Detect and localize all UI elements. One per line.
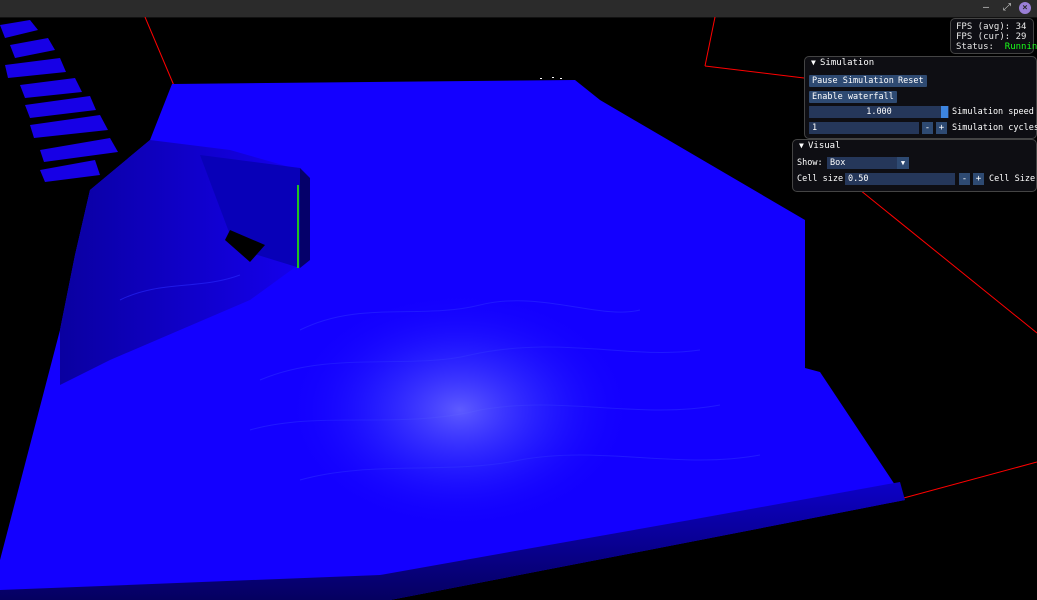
visual-panel: ▼ Visual Show: Box ▼ Cell size 0.50 - + C… <box>792 139 1037 192</box>
cell-size-label: Cell size <box>797 174 844 184</box>
simulation-panel-header[interactable]: ▼ Simulation <box>805 57 1036 69</box>
status-value: Running <box>1004 42 1037 52</box>
enable-waterfall-button[interactable]: Enable waterfall <box>809 91 897 103</box>
collapse-arrow-icon[interactable]: ▼ <box>799 140 808 152</box>
cell-size-input[interactable]: 0.50 <box>845 173 955 185</box>
maximize-button[interactable]: ⤢ <box>999 1 1015 15</box>
status-label: Status: <box>956 42 994 52</box>
simulation-cycles-label: Simulation cycles <box>952 123 1037 133</box>
close-button[interactable]: × <box>1019 2 1031 14</box>
fps-cur-label: FPS (cur): <box>956 32 1011 42</box>
simulation-speed-slider[interactable]: 1.000 <box>809 106 949 118</box>
fps-cur-value: 29 <box>1015 32 1027 42</box>
chevron-down-icon[interactable]: ▼ <box>897 157 909 169</box>
fps-avg-label: FPS (avg): <box>956 22 1011 32</box>
cell-size-increment-button[interactable]: + <box>973 173 984 185</box>
window-titlebar: – ⤢ × <box>0 0 1037 18</box>
simulation-panel: ▼ Simulation Pause Simulation Reset Enabl… <box>804 56 1037 139</box>
cell-size-decrement-button[interactable]: - <box>959 173 970 185</box>
water-glow <box>285 290 635 530</box>
reset-button[interactable]: Reset <box>895 75 927 87</box>
cell-size-value: 0.50 <box>848 174 869 184</box>
show-dropdown-value: Box <box>830 158 846 168</box>
splash-particles <box>0 20 118 182</box>
stats-overlay: FPS (avg): 34 FPS (cur): 29 Status: Runn… <box>950 18 1037 54</box>
simulation-speed-value: 1.000 <box>866 107 892 117</box>
slider-grab-handle[interactable] <box>941 106 948 118</box>
simulation-title: Simulation <box>820 58 875 68</box>
show-label: Show: <box>797 158 823 168</box>
simulation-cycles-input[interactable]: 1 <box>809 122 919 134</box>
visual-title: Visual <box>808 141 841 151</box>
simulation-cycles-value: 1 <box>812 123 818 133</box>
cell-size-right-label: Cell Size <box>989 174 1036 184</box>
simulation-speed-label: Simulation speed <box>952 107 1034 117</box>
minimize-button[interactable]: – <box>978 1 994 15</box>
cycles-increment-button[interactable]: + <box>936 122 947 134</box>
show-dropdown[interactable]: Box <box>827 157 897 169</box>
surface-specks <box>540 77 562 79</box>
cycles-decrement-button[interactable]: - <box>922 122 933 134</box>
collapse-arrow-icon[interactable]: ▼ <box>811 57 820 69</box>
pause-simulation-button[interactable]: Pause Simulation <box>809 75 897 87</box>
visual-panel-header[interactable]: ▼ Visual <box>793 140 1036 152</box>
fps-avg-value: 34 <box>1015 22 1027 32</box>
